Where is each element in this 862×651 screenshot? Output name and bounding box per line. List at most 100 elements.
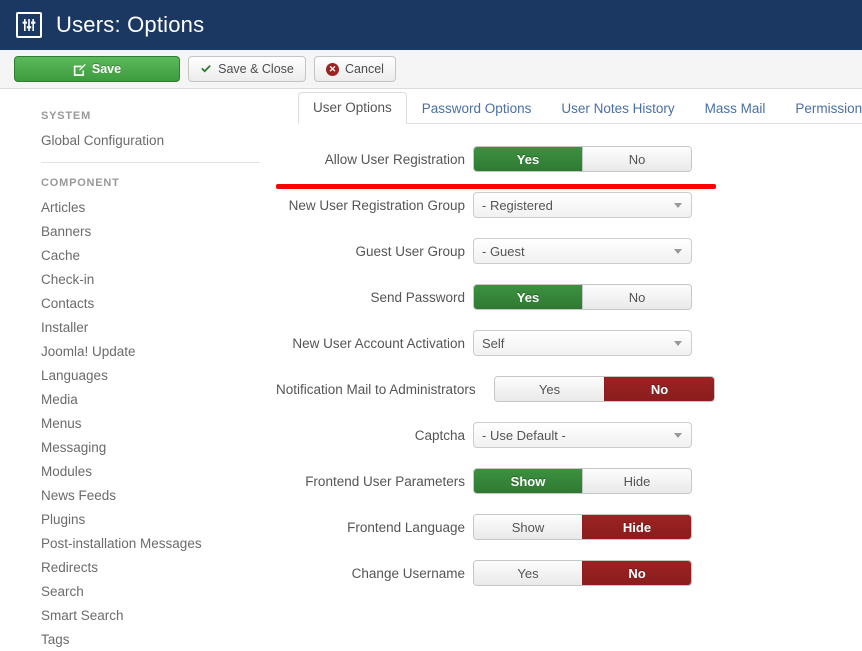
- field-label: Frontend User Parameters: [276, 474, 473, 489]
- sidebar-item-global-configuration[interactable]: Global Configuration: [0, 128, 276, 152]
- save-button-label: Save: [92, 62, 121, 76]
- tab-mass-mail[interactable]: Mass Mail: [690, 93, 781, 124]
- sidebar-item-joomla-update[interactable]: Joomla! Update: [0, 339, 276, 363]
- guest-user-group-select[interactable]: - Guest: [473, 238, 692, 264]
- sliders-options-icon: [16, 12, 42, 38]
- send-password-toggle[interactable]: Yes No: [473, 284, 692, 310]
- sidebar-item-smart-search[interactable]: Smart Search: [0, 603, 276, 627]
- chevron-down-icon: [674, 203, 682, 208]
- toggle-option-show[interactable]: Show: [474, 469, 582, 493]
- cancel-button[interactable]: ✕ Cancel: [314, 56, 396, 82]
- new-user-registration-group-select[interactable]: - Registered: [473, 192, 692, 218]
- change-username-toggle[interactable]: Yes No: [473, 560, 692, 586]
- select-value: - Use Default -: [482, 428, 566, 443]
- chevron-down-icon: [674, 249, 682, 254]
- main-panel: User Options Password Options User Notes…: [276, 90, 862, 650]
- toggle-option-show[interactable]: Show: [474, 515, 582, 539]
- app-header: Users: Options: [0, 0, 862, 50]
- sidebar-item-search[interactable]: Search: [0, 579, 276, 603]
- field-label: Captcha: [276, 428, 473, 443]
- toggle-option-hide[interactable]: Hide: [582, 515, 691, 539]
- sidebar-item-media[interactable]: Media: [0, 387, 276, 411]
- field-control: - Guest: [473, 238, 692, 264]
- field-label: New User Account Activation: [276, 336, 473, 351]
- check-icon: [200, 63, 212, 75]
- toggle-option-no[interactable]: No: [582, 561, 691, 585]
- sidebar-item-banners[interactable]: Banners: [0, 219, 276, 243]
- field-label: Notification Mail to Administrators: [276, 382, 473, 397]
- user-options-form: Allow User Registration Yes No New User …: [276, 124, 862, 586]
- frontend-user-parameters-toggle[interactable]: Show Hide: [473, 468, 692, 494]
- tab-password-options[interactable]: Password Options: [407, 93, 547, 124]
- field-captcha: Captcha - Use Default -: [276, 422, 862, 448]
- pencil-square-icon: [73, 63, 86, 76]
- sidebar-item-cache[interactable]: Cache: [0, 243, 276, 267]
- sidebar-item-plugins[interactable]: Plugins: [0, 507, 276, 531]
- field-control: Self: [473, 330, 692, 356]
- sidebar-item-contacts[interactable]: Contacts: [0, 291, 276, 315]
- sidebar-heading-component: COMPONENT: [0, 173, 276, 195]
- red-underline-highlight: [276, 184, 716, 189]
- toggle-option-yes[interactable]: Yes: [474, 147, 582, 171]
- sidebar-item-articles[interactable]: Articles: [0, 195, 276, 219]
- tab-user-notes-history[interactable]: User Notes History: [546, 93, 689, 124]
- field-frontend-user-parameters: Frontend User Parameters Show Hide: [276, 468, 862, 494]
- field-control: Yes No: [494, 376, 715, 402]
- sidebar: SYSTEM Global Configuration COMPONENT Ar…: [0, 90, 276, 650]
- field-frontend-language: Frontend Language Show Hide: [276, 514, 862, 540]
- chevron-down-icon: [674, 341, 682, 346]
- field-control: - Registered: [473, 192, 692, 218]
- sidebar-item-tags[interactable]: Tags: [0, 627, 276, 651]
- toggle-option-yes[interactable]: Yes: [495, 377, 604, 401]
- field-send-password: Send Password Yes No: [276, 284, 862, 310]
- sidebar-divider: [41, 162, 260, 163]
- save-and-close-button-label: Save & Close: [218, 62, 294, 76]
- field-control: Show Hide: [473, 468, 692, 494]
- field-control: Show Hide: [473, 514, 692, 540]
- field-control: - Use Default -: [473, 422, 692, 448]
- tab-permissions[interactable]: Permissions: [780, 93, 862, 124]
- save-and-close-button[interactable]: Save & Close: [188, 56, 306, 82]
- sidebar-item-messaging[interactable]: Messaging: [0, 435, 276, 459]
- field-control: Yes No: [473, 146, 692, 172]
- toggle-option-yes[interactable]: Yes: [474, 561, 582, 585]
- save-button[interactable]: Save: [14, 56, 180, 82]
- sidebar-item-news-feeds[interactable]: News Feeds: [0, 483, 276, 507]
- field-label: Frontend Language: [276, 520, 473, 535]
- field-control: Yes No: [473, 284, 692, 310]
- sidebar-item-post-installation-messages[interactable]: Post-installation Messages: [0, 531, 276, 555]
- field-new-user-account-activation: New User Account Activation Self: [276, 330, 862, 356]
- field-label: New User Registration Group: [276, 198, 473, 213]
- sidebar-item-modules[interactable]: Modules: [0, 459, 276, 483]
- sidebar-item-installer[interactable]: Installer: [0, 315, 276, 339]
- field-guest-user-group: Guest User Group - Guest: [276, 238, 862, 264]
- toolbar: Save Save & Close ✕ Cancel: [0, 50, 862, 89]
- new-user-account-activation-select[interactable]: Self: [473, 330, 692, 356]
- sidebar-item-languages[interactable]: Languages: [0, 363, 276, 387]
- cancel-button-label: Cancel: [345, 62, 384, 76]
- toggle-option-no[interactable]: No: [582, 285, 691, 309]
- field-label: Change Username: [276, 566, 473, 581]
- notification-mail-to-administrators-toggle[interactable]: Yes No: [494, 376, 715, 402]
- field-label: Guest User Group: [276, 244, 473, 259]
- tab-user-options[interactable]: User Options: [298, 92, 407, 124]
- sidebar-item-redirects[interactable]: Redirects: [0, 555, 276, 579]
- toggle-option-no[interactable]: No: [604, 377, 714, 401]
- field-label: Allow User Registration: [276, 152, 473, 167]
- frontend-language-toggle[interactable]: Show Hide: [473, 514, 692, 540]
- tab-bar: User Options Password Options User Notes…: [298, 90, 862, 124]
- sidebar-item-menus[interactable]: Menus: [0, 411, 276, 435]
- circle-x-icon: ✕: [326, 63, 339, 76]
- toggle-option-no[interactable]: No: [582, 147, 691, 171]
- field-new-user-registration-group: New User Registration Group - Registered: [276, 192, 862, 218]
- allow-user-registration-toggle[interactable]: Yes No: [473, 146, 692, 172]
- field-notification-mail-to-administrators: Notification Mail to Administrators Yes …: [276, 376, 862, 402]
- toggle-option-yes[interactable]: Yes: [474, 285, 582, 309]
- sidebar-item-check-in[interactable]: Check-in: [0, 267, 276, 291]
- chevron-down-icon: [674, 433, 682, 438]
- field-change-username: Change Username Yes No: [276, 560, 862, 586]
- toggle-option-hide[interactable]: Hide: [582, 469, 691, 493]
- captcha-select[interactable]: - Use Default -: [473, 422, 692, 448]
- sidebar-heading-system: SYSTEM: [0, 106, 276, 128]
- select-value: - Guest: [482, 244, 525, 259]
